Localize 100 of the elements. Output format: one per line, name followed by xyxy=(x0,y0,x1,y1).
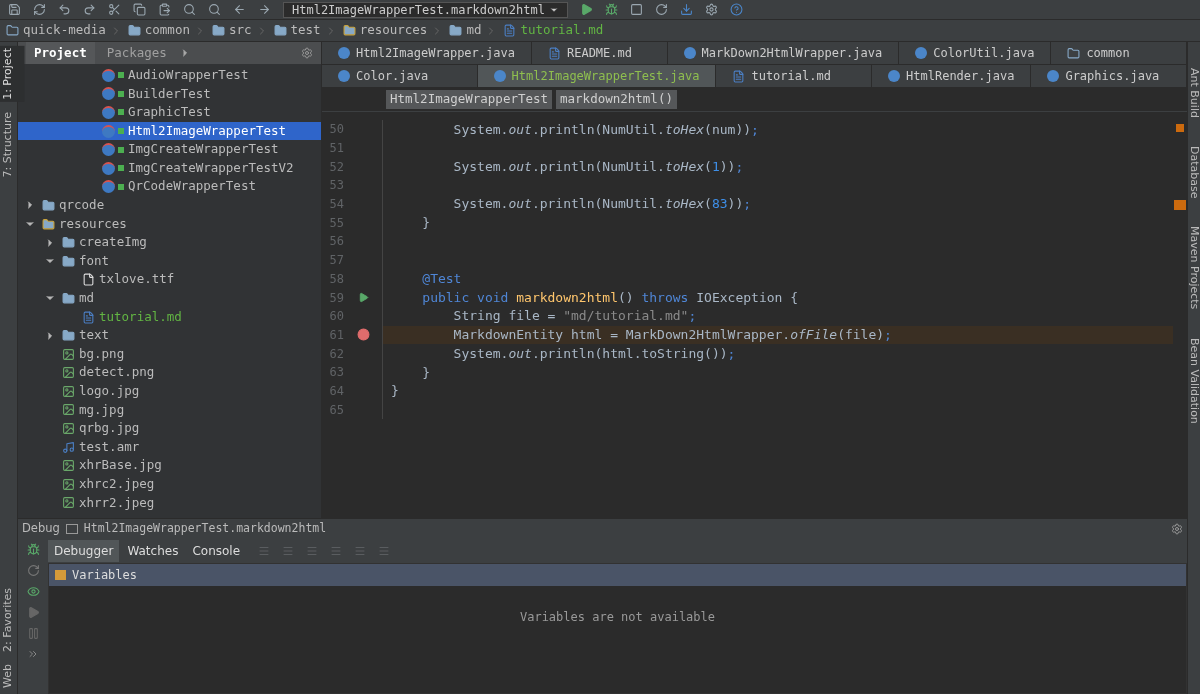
tree-item[interactable]: tutorial.md xyxy=(99,307,182,327)
editor-tab[interactable]: HtmlRender.java xyxy=(872,65,1032,87)
toolbar-icon[interactable] xyxy=(58,3,71,16)
tool-window-tab[interactable]: Web xyxy=(0,662,25,690)
editor-tab[interactable]: Html2ImageWrapperTest.java xyxy=(477,65,717,87)
breadcrumb-item[interactable]: md xyxy=(466,21,482,40)
folder-icon xyxy=(211,24,225,37)
class-icon xyxy=(338,70,350,82)
tab-label[interactable]: Color.java xyxy=(356,67,429,85)
markdown-file-icon xyxy=(732,69,746,83)
tab-label[interactable]: ColorUtil.java xyxy=(933,44,1035,62)
debug-icon[interactable] xyxy=(26,543,40,556)
debug-tab[interactable]: Debugger xyxy=(48,540,120,562)
editor-tab[interactable]: tutorial.md xyxy=(716,65,873,87)
rerun-icon[interactable] xyxy=(26,564,40,577)
tab-label[interactable]: Html2ImageWrapperTest.java xyxy=(511,67,700,85)
test-class-icon xyxy=(102,143,124,157)
toolbar-icon[interactable] xyxy=(233,3,246,16)
toolbar-icon[interactable] xyxy=(183,3,196,16)
toolbar-icon[interactable] xyxy=(26,585,40,598)
tree-item[interactable]: xhrc2.jpeg xyxy=(79,475,155,494)
breadcrumb-item[interactable]: test xyxy=(290,21,321,40)
tab-label[interactable]: Html2ImageWrapper.java xyxy=(356,44,515,62)
editor-tab[interactable]: Html2ImageWrapper.java xyxy=(322,42,532,64)
breadcrumb-item[interactable]: resources xyxy=(359,21,428,40)
window-icon xyxy=(65,524,78,534)
editor-tab[interactable]: Color.java xyxy=(322,65,478,87)
debug-tab[interactable]: Console xyxy=(186,540,247,562)
panel-tab[interactable]: Project xyxy=(26,42,95,64)
toolbar-icon[interactable] xyxy=(258,3,271,16)
tab-label[interactable]: common xyxy=(1086,44,1130,62)
breadcrumb-item[interactable]: quick-media xyxy=(23,21,106,40)
toolbar-icon[interactable] xyxy=(679,3,693,16)
tree-item[interactable]: qrbg.jpg xyxy=(79,419,140,438)
toolbar-icon[interactable] xyxy=(33,3,46,16)
tree-item[interactable]: font xyxy=(79,251,110,271)
tree-item[interactable]: test.amr xyxy=(79,437,140,457)
editor-tab[interactable]: Graphics.java xyxy=(1031,65,1187,87)
run-icon[interactable] xyxy=(579,3,593,16)
breadcrumb-item[interactable]: common xyxy=(144,21,190,40)
tree-item[interactable]: AudioWrapperTest xyxy=(128,65,249,85)
folder-icon xyxy=(42,198,55,212)
tree-item[interactable]: xhrr2.jpeg xyxy=(79,493,155,513)
toolbar-icon[interactable] xyxy=(133,3,146,16)
breadcrumb-item[interactable]: markdown2html() xyxy=(556,90,677,109)
tree-item[interactable]: md xyxy=(79,289,95,308)
editor-tab[interactable]: README.md xyxy=(531,42,668,64)
markdown-file-icon xyxy=(547,46,561,60)
tree-item[interactable]: detect.png xyxy=(79,363,155,383)
toolbar-icon[interactable] xyxy=(8,3,21,16)
run-test-icon[interactable] xyxy=(357,292,369,304)
code-line: } xyxy=(391,382,399,401)
breadcrumb-item[interactable]: tutorial.md xyxy=(520,21,604,40)
tree-item[interactable]: logo.jpg xyxy=(79,382,140,401)
breadcrumb-item[interactable]: src xyxy=(228,21,252,40)
settings-icon[interactable] xyxy=(1171,523,1183,535)
code-line: public void markdown2html() throws IOException { xyxy=(421,288,798,307)
tree-item[interactable]: ImgCreateWrapperTestV2 xyxy=(128,158,294,178)
settings-icon[interactable] xyxy=(301,47,313,59)
tree-item[interactable]: QrCodeWrapperTest xyxy=(128,177,256,197)
more-icon[interactable] xyxy=(27,648,39,660)
tree-item[interactable]: xhrBase.jpg xyxy=(79,456,162,476)
tree-item[interactable]: createImg xyxy=(79,233,147,252)
editor-tab[interactable]: ColorUtil.java xyxy=(899,42,1052,64)
toolbar-icon[interactable] xyxy=(208,3,221,16)
toolbar-icon[interactable] xyxy=(654,3,668,16)
class-icon xyxy=(683,47,696,59)
tool-window-tab[interactable]: 1: Project xyxy=(0,46,25,102)
tool-window-tab[interactable]: 2: Favorites xyxy=(0,586,25,654)
toolbar-icon[interactable] xyxy=(83,3,96,16)
tree-item[interactable]: text xyxy=(79,326,110,345)
breakpoint-icon[interactable] xyxy=(356,328,370,342)
tree-item[interactable]: GraphicTest xyxy=(128,103,211,122)
tab-label[interactable]: MarkDown2HtmlWrapper.java xyxy=(701,44,883,62)
breadcrumb-item[interactable]: Html2ImageWrapperTest xyxy=(386,90,553,109)
tree-item[interactable]: txlove.ttf xyxy=(99,270,175,290)
editor-tab[interactable]: MarkDown2HtmlWrapper.java xyxy=(667,42,900,64)
tool-window-tab[interactable]: 7: Structure xyxy=(0,109,25,180)
tab-label[interactable]: Graphics.java xyxy=(1065,67,1160,85)
help-icon[interactable] xyxy=(729,3,743,16)
tree-item[interactable]: bg.png xyxy=(79,344,125,364)
tree-item[interactable]: BuilderTest xyxy=(128,84,211,104)
debug-icon[interactable] xyxy=(604,3,618,16)
toolbar-icon[interactable] xyxy=(108,3,121,16)
debug-tab[interactable]: Watches xyxy=(121,540,185,562)
tab-label[interactable]: README.md xyxy=(566,44,632,62)
tree-item[interactable]: mg.jpg xyxy=(79,400,125,420)
toolbar-icon[interactable] xyxy=(158,3,171,16)
image-file-icon xyxy=(62,422,75,436)
tab-label[interactable]: tutorial.md xyxy=(751,67,831,85)
session-tab[interactable]: Html2ImageWrapperTest.markdown2html xyxy=(83,520,327,538)
settings-icon[interactable] xyxy=(704,3,718,16)
class-icon xyxy=(1047,70,1060,82)
tree-item[interactable]: qrcode xyxy=(59,196,105,215)
tree-item[interactable]: resources xyxy=(59,214,127,234)
editor-tab[interactable]: common xyxy=(1051,42,1187,64)
class-icon xyxy=(338,47,350,59)
tab-label[interactable]: HtmlRender.java xyxy=(906,67,1015,85)
tree-item[interactable]: ImgCreateWrapperTest xyxy=(128,140,279,160)
toolbar-icon[interactable] xyxy=(629,3,643,16)
